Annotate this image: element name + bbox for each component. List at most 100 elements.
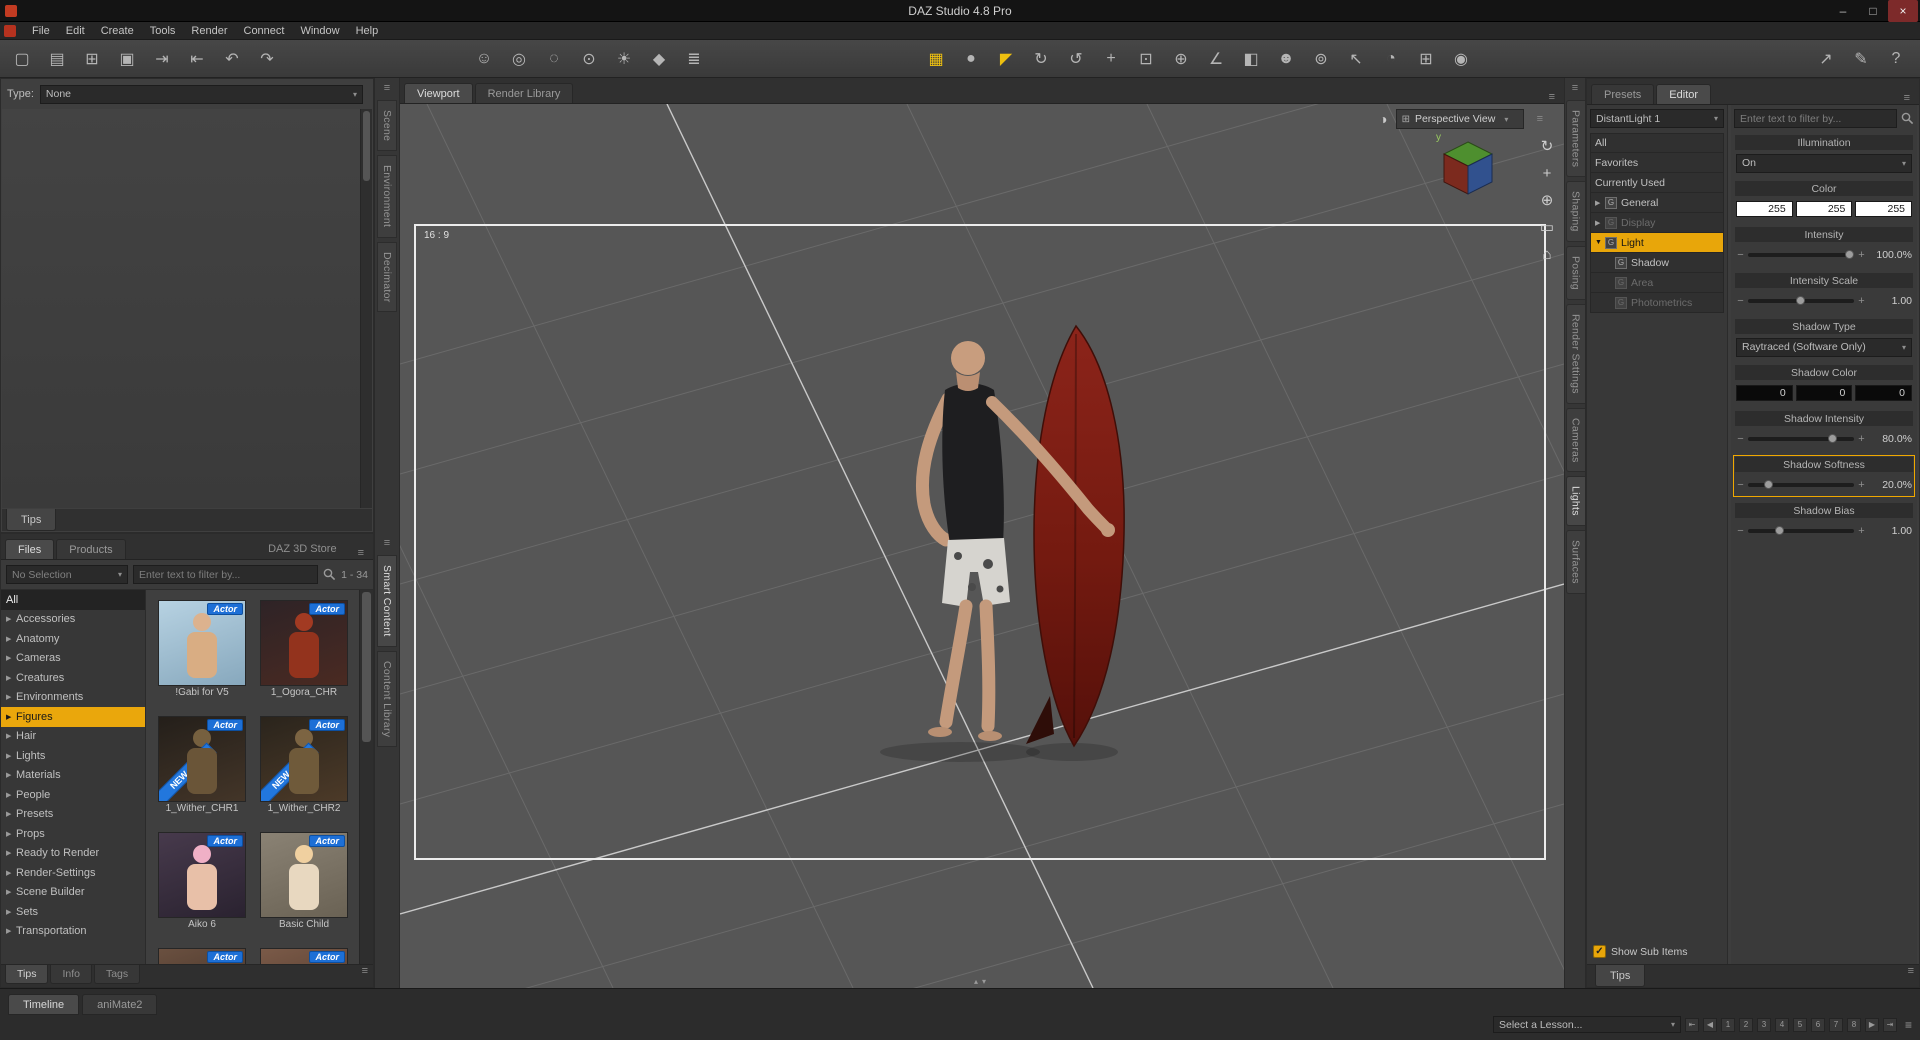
menu-item[interactable]: Window — [292, 22, 347, 40]
side-tab[interactable]: Render Settings — [1565, 303, 1585, 404]
light-group-row[interactable]: ▶ G General — [1590, 193, 1724, 213]
lesson-page-button[interactable]: 1 — [1720, 1017, 1735, 1032]
content-tab[interactable]: Products — [56, 539, 126, 559]
new-camera-icon[interactable]: ⊞ — [1412, 45, 1440, 73]
type-dropdown[interactable]: None — [39, 84, 363, 104]
color-g-field[interactable]: 255 — [1795, 201, 1853, 217]
thumbnail-image[interactable]: Actor — [260, 600, 348, 686]
category-row[interactable]: Environments — [1, 688, 145, 708]
shadow-softness-slider[interactable] — [1748, 480, 1854, 489]
pane-options-icon[interactable] — [375, 537, 399, 549]
pane-options-icon[interactable] — [375, 82, 399, 94]
menu-item[interactable]: Edit — [58, 22, 93, 40]
create-camera-icon[interactable]: ⊙ — [575, 45, 603, 73]
camera-view-dropdown[interactable]: ⊞ Perspective View — [1395, 109, 1524, 129]
scene-info-icon[interactable]: ≣ — [680, 45, 708, 73]
side-tab[interactable]: Smart Content — [377, 555, 397, 647]
intensity-slider[interactable] — [1748, 250, 1854, 259]
category-row[interactable]: Accessories — [1, 610, 145, 630]
thumbnail-image[interactable]: Actor — [260, 948, 348, 964]
slider-handle[interactable] — [1764, 480, 1774, 489]
viewport-tab[interactable]: Render Library — [474, 83, 574, 103]
shaded-view-icon[interactable]: ● — [957, 45, 985, 73]
scene-tree-area[interactable] — [2, 109, 360, 508]
expand-arrow-icon[interactable] — [6, 713, 16, 721]
side-tab[interactable]: Shaping — [1565, 181, 1585, 242]
content-thumbnail[interactable]: Actor — [260, 948, 348, 964]
viewport-drawstyle-icon[interactable]: ▦ — [922, 45, 950, 73]
view-cube[interactable]: y — [1430, 128, 1502, 206]
color-r-field[interactable]: 255 — [1736, 201, 1793, 217]
redo-icon[interactable]: ↷ — [253, 45, 281, 73]
expand-arrow-icon[interactable] — [6, 674, 16, 682]
category-row[interactable]: Cameras — [1, 649, 145, 669]
bottom-tab[interactable]: Timeline — [8, 994, 80, 1015]
minimize-button[interactable]: – — [1828, 0, 1858, 22]
view-frame-icon[interactable]: ▭ — [1536, 217, 1558, 237]
viewport-options-icon[interactable] — [1532, 113, 1548, 125]
maximize-button[interactable]: □ — [1858, 0, 1888, 22]
lesson-first-button[interactable]: ⇤ — [1684, 1017, 1699, 1032]
menu-item[interactable]: Tools — [142, 22, 184, 40]
expand-arrow-icon[interactable]: ▼ — [1595, 239, 1605, 246]
open-scene-icon[interactable]: ▤ — [43, 45, 71, 73]
lesson-page-button[interactable]: 7 — [1828, 1017, 1843, 1032]
lesson-page-button[interactable]: 8 — [1846, 1017, 1861, 1032]
light-group-row[interactable]: ▼ G Light — [1590, 233, 1724, 253]
create-light-icon[interactable]: ☀ — [610, 45, 638, 73]
viewport-tab[interactable]: Viewport — [404, 83, 473, 103]
light-group-row[interactable]: G Area — [1590, 273, 1724, 293]
selection-dropdown[interactable]: No Selection — [6, 565, 128, 584]
menu-item[interactable]: Render — [183, 22, 235, 40]
category-row[interactable]: Creatures — [1, 668, 145, 688]
category-row[interactable]: Figures — [1, 707, 145, 727]
expand-arrow-icon[interactable] — [6, 927, 16, 935]
lesson-page-button[interactable]: 3 — [1756, 1017, 1771, 1032]
expand-arrow-icon[interactable] — [6, 869, 16, 877]
create-node-icon[interactable]: ◎ — [505, 45, 533, 73]
content-search-input[interactable] — [133, 565, 319, 584]
lights-tab[interactable]: Editor — [1656, 84, 1712, 104]
content-thumbnail[interactable]: Actor — [158, 948, 246, 964]
pane-options-icon[interactable] — [1544, 91, 1560, 103]
expand-arrow-icon[interactable] — [6, 654, 16, 662]
category-row[interactable]: Props — [1, 824, 145, 844]
expand-arrow-icon[interactable] — [6, 693, 16, 701]
content-bottom-tab[interactable]: Tags — [93, 965, 141, 984]
intensity-scale-slider[interactable] — [1748, 296, 1854, 305]
content-thumbnail[interactable]: Actor Basic Child — [260, 832, 348, 932]
property-search-input[interactable] — [1734, 109, 1897, 128]
expand-arrow-icon[interactable]: ▶ — [1595, 219, 1605, 227]
category-row[interactable]: Scene Builder — [1, 883, 145, 903]
expand-arrow-icon[interactable]: ▶ — [1595, 199, 1605, 207]
viewport-canvas[interactable]: 16 : 9 ◑ ⊞ Perspective View y ↻ + ⊕ ▭ ⌂ ▴▾ — [400, 104, 1564, 988]
rotate-tool-icon[interactable]: ↻ — [1027, 45, 1055, 73]
menu-item[interactable]: Connect — [236, 22, 293, 40]
category-row[interactable]: Render-Settings — [1, 863, 145, 883]
close-button[interactable]: × — [1888, 0, 1918, 22]
content-thumbnail[interactable]: Actor NEW 1_Wither_CHR1 — [158, 716, 246, 816]
slider-increment[interactable] — [1857, 249, 1866, 261]
category-row[interactable]: Anatomy — [1, 629, 145, 649]
slider-decrement[interactable] — [1736, 525, 1745, 537]
side-tab[interactable]: Surfaces — [1565, 530, 1585, 594]
shadow-intensity-slider[interactable] — [1748, 434, 1854, 443]
slider-increment[interactable] — [1857, 295, 1866, 307]
pane-options-icon[interactable] — [357, 965, 373, 977]
search-icon[interactable] — [1901, 112, 1914, 125]
content-tab[interactable]: Files — [5, 539, 55, 559]
shadow-color-r-field[interactable]: 0 — [1736, 385, 1793, 401]
slider-increment[interactable] — [1857, 525, 1866, 537]
pane-options-icon[interactable] — [1903, 965, 1919, 977]
pane-options-icon[interactable] — [353, 547, 369, 559]
camera-tool-icon[interactable]: ⊚ — [1307, 45, 1335, 73]
expand-arrow-icon[interactable] — [6, 791, 16, 799]
create-primitive-icon[interactable]: ◆ — [645, 45, 673, 73]
expand-arrow-icon[interactable] — [6, 635, 16, 643]
expand-arrow-icon[interactable] — [6, 888, 16, 896]
expand-arrow-icon[interactable] — [6, 810, 16, 818]
slider-decrement[interactable] — [1736, 295, 1745, 307]
render-icon[interactable]: ◉ — [1447, 45, 1475, 73]
menu-item[interactable]: File — [24, 22, 58, 40]
side-tab[interactable]: Environment — [377, 155, 397, 238]
